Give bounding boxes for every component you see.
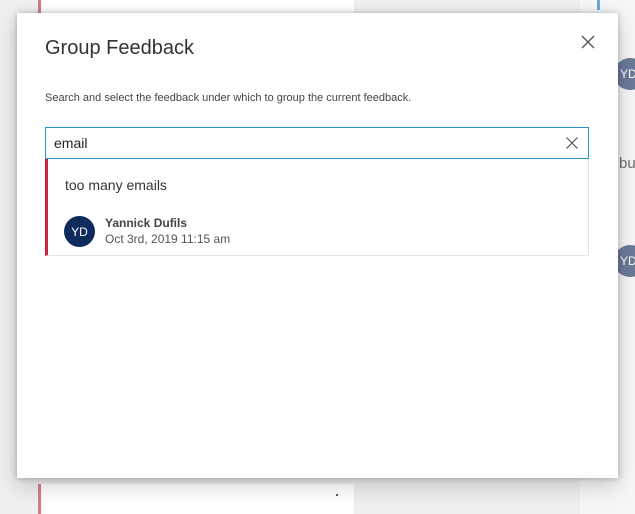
avatar: YD bbox=[64, 216, 95, 247]
clear-icon bbox=[566, 137, 578, 149]
background-accent bbox=[597, 0, 600, 10]
group-feedback-dialog: Group Feedback Search and select the fee… bbox=[17, 13, 618, 478]
background-dot bbox=[336, 494, 338, 496]
search-field bbox=[45, 127, 589, 159]
close-button[interactable] bbox=[579, 33, 597, 51]
search-result-item[interactable]: too many emails YD Yannick Dufils Oct 3r… bbox=[45, 159, 589, 256]
dialog-instructions: Search and select the feedback under whi… bbox=[45, 92, 412, 104]
dialog-title: Group Feedback bbox=[45, 37, 194, 59]
background-text: bu bbox=[619, 155, 635, 172]
result-author: Yannick Dufils bbox=[105, 216, 188, 230]
search-input[interactable] bbox=[54, 128, 554, 158]
result-title: too many emails bbox=[65, 177, 167, 193]
close-icon bbox=[581, 35, 595, 49]
result-timestamp: Oct 3rd, 2019 11:15 am bbox=[105, 232, 231, 246]
background-card bbox=[38, 484, 354, 514]
clear-search-button[interactable] bbox=[565, 136, 579, 150]
